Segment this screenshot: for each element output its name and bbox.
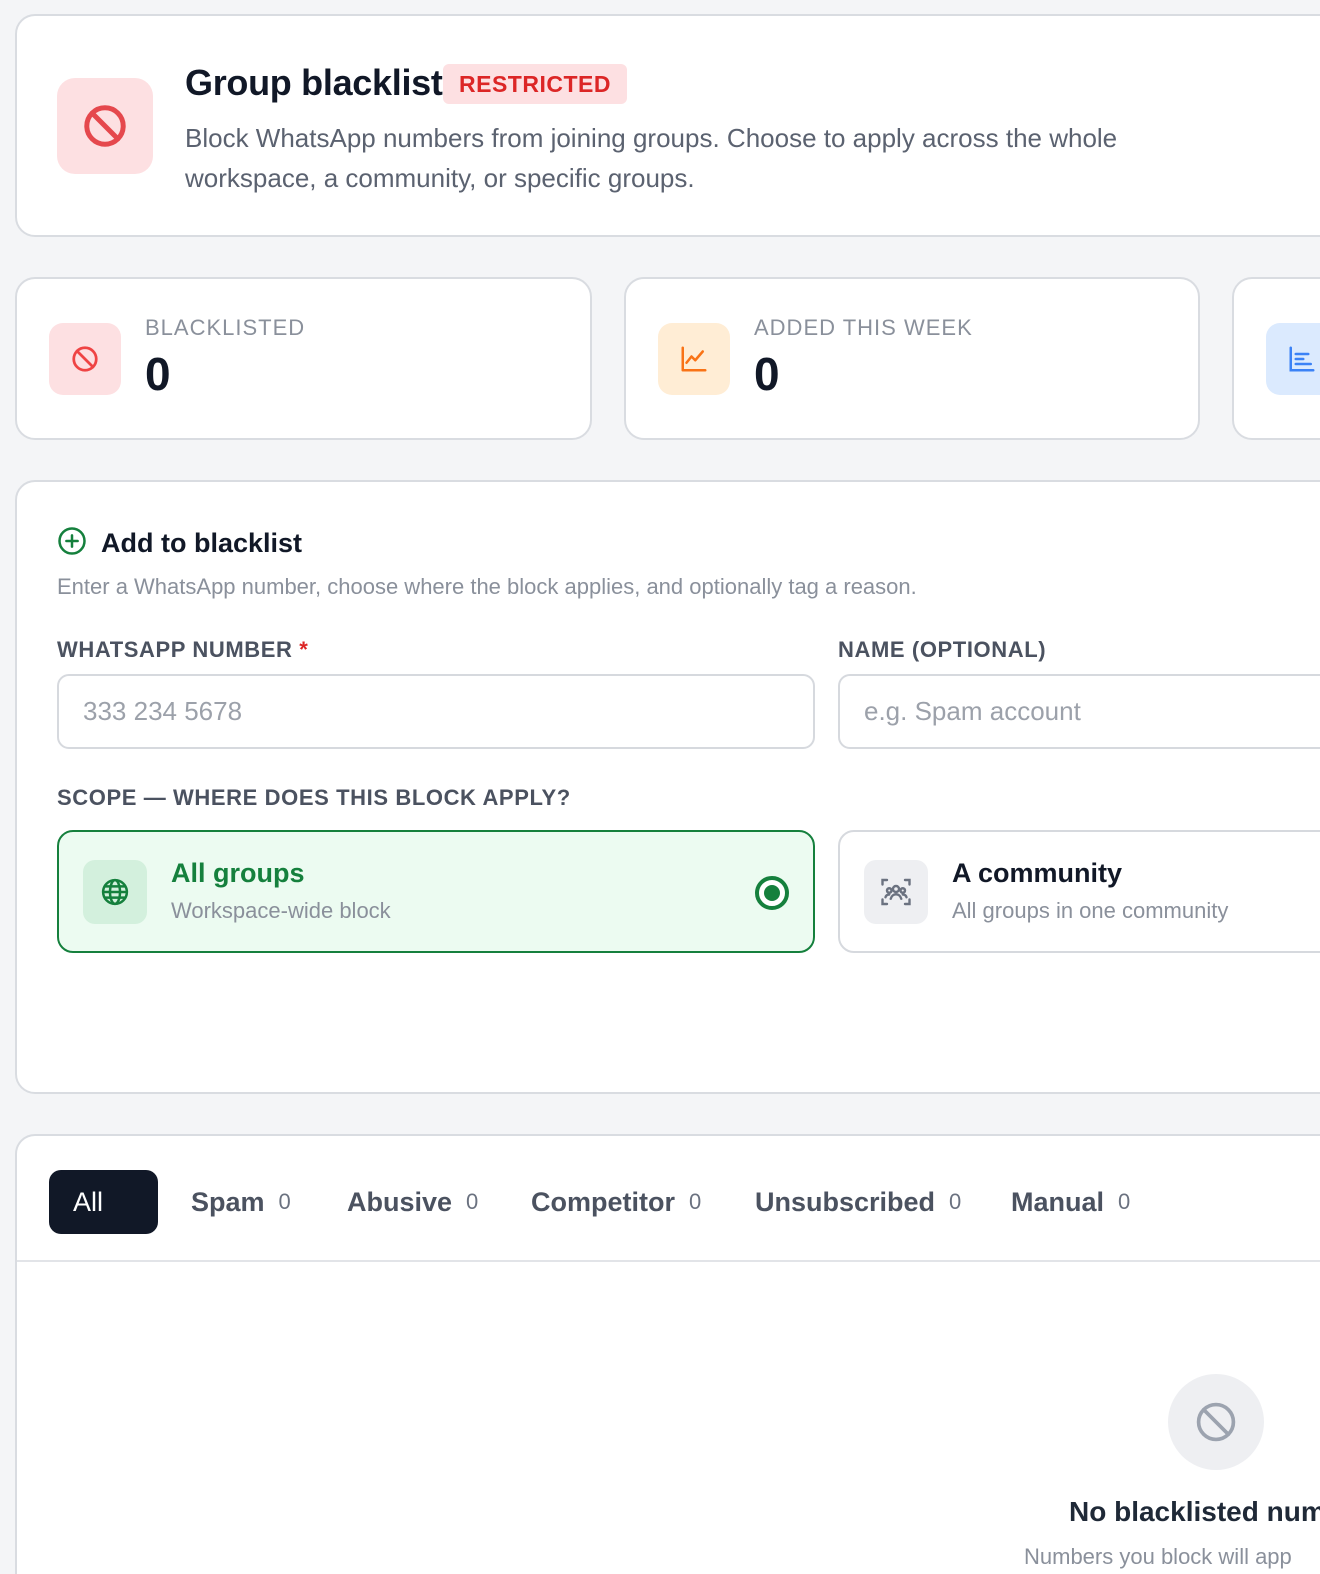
- page-description: Block WhatsApp numbers from joining grou…: [185, 123, 1118, 193]
- trend-chart-icon: [658, 323, 730, 395]
- tab-manual[interactable]: Manual 0: [1011, 1170, 1130, 1234]
- tab-label: All: [73, 1186, 104, 1217]
- name-label: NAME (OPTIONAL): [838, 637, 1047, 662]
- plus-circle-icon: [57, 526, 87, 561]
- empty-state-subtitle: Numbers you block will app: [1024, 1544, 1292, 1569]
- whatsapp-number-label: WHATSAPP NUMBER *: [57, 637, 308, 663]
- stat-card-third: [1232, 277, 1320, 440]
- stat-value: 0: [754, 348, 780, 400]
- add-title: Add to blacklist: [101, 528, 303, 558]
- add-subtitle: Enter a WhatsApp number, choose where th…: [57, 574, 917, 599]
- tab-label: Spam: [191, 1186, 265, 1217]
- stat-card-blacklisted: BLACKLISTED 0: [15, 277, 592, 440]
- scope-subtitle: Workspace-wide block: [171, 898, 391, 923]
- globe-icon: [83, 860, 147, 924]
- add-to-blacklist-card: Add to blacklist Enter a WhatsApp number…: [15, 480, 1320, 1094]
- ban-icon: [57, 78, 153, 174]
- header-card: Group blacklist RESTRICTED Block WhatsAp…: [15, 14, 1320, 237]
- scope-option-community[interactable]: A community All groups in one community: [838, 830, 1320, 953]
- scope-option-all-groups[interactable]: All groups Workspace-wide block: [57, 830, 815, 953]
- tab-spam[interactable]: Spam 0: [191, 1170, 291, 1234]
- tab-count: 0: [1118, 1189, 1131, 1214]
- tab-count: 0: [466, 1189, 479, 1214]
- whatsapp-number-input[interactable]: [57, 674, 815, 749]
- community-icon: [864, 860, 928, 924]
- add-title-row: Add to blacklist: [57, 526, 302, 561]
- empty-state-title: No blacklisted numb: [1069, 1496, 1320, 1527]
- whatsapp-number-label-text: WHATSAPP NUMBER: [57, 637, 293, 662]
- scope-title: A community: [952, 858, 1123, 888]
- stat-label: ADDED THIS WEEK: [754, 315, 973, 340]
- tab-count: 0: [689, 1189, 702, 1214]
- tab-unsubscribed[interactable]: Unsubscribed 0: [755, 1170, 961, 1234]
- required-mark: *: [299, 637, 309, 662]
- scope-label: SCOPE — WHERE DOES THIS BLOCK APPLY?: [57, 785, 571, 810]
- scope-subtitle: All groups in one community: [952, 898, 1229, 923]
- stat-label: BLACKLISTED: [145, 315, 306, 340]
- restricted-badge: RESTRICTED: [443, 64, 627, 104]
- bar-list-icon: [1266, 323, 1320, 395]
- tab-label: Abusive: [347, 1186, 453, 1217]
- tab-label: Manual: [1011, 1186, 1105, 1217]
- radio-selected[interactable]: [755, 876, 789, 910]
- filter-tabs: All Spam 0 Abusive 0 Competitor 0 Unsubs…: [17, 1136, 1320, 1262]
- ban-icon: [1168, 1374, 1264, 1470]
- tab-label: Competitor: [531, 1186, 675, 1217]
- stat-value: 0: [145, 348, 171, 400]
- tab-label: Unsubscribed: [755, 1186, 936, 1217]
- ban-icon: [49, 323, 121, 395]
- stat-card-added-this-week: ADDED THIS WEEK 0: [624, 277, 1200, 440]
- tab-all[interactable]: All: [49, 1170, 158, 1234]
- scope-title: All groups: [171, 858, 305, 888]
- tab-count: 0: [278, 1189, 291, 1214]
- blacklist-list-card: All Spam 0 Abusive 0 Competitor 0 Unsubs…: [15, 1134, 1320, 1574]
- name-input[interactable]: [838, 674, 1320, 749]
- group-blacklist-page: Group blacklist RESTRICTED Block WhatsAp…: [0, 0, 1320, 1574]
- page-title: Group blacklist: [185, 62, 443, 103]
- tab-abusive[interactable]: Abusive 0: [347, 1170, 478, 1234]
- tab-count: 0: [949, 1189, 962, 1214]
- tab-competitor[interactable]: Competitor 0: [531, 1170, 701, 1234]
